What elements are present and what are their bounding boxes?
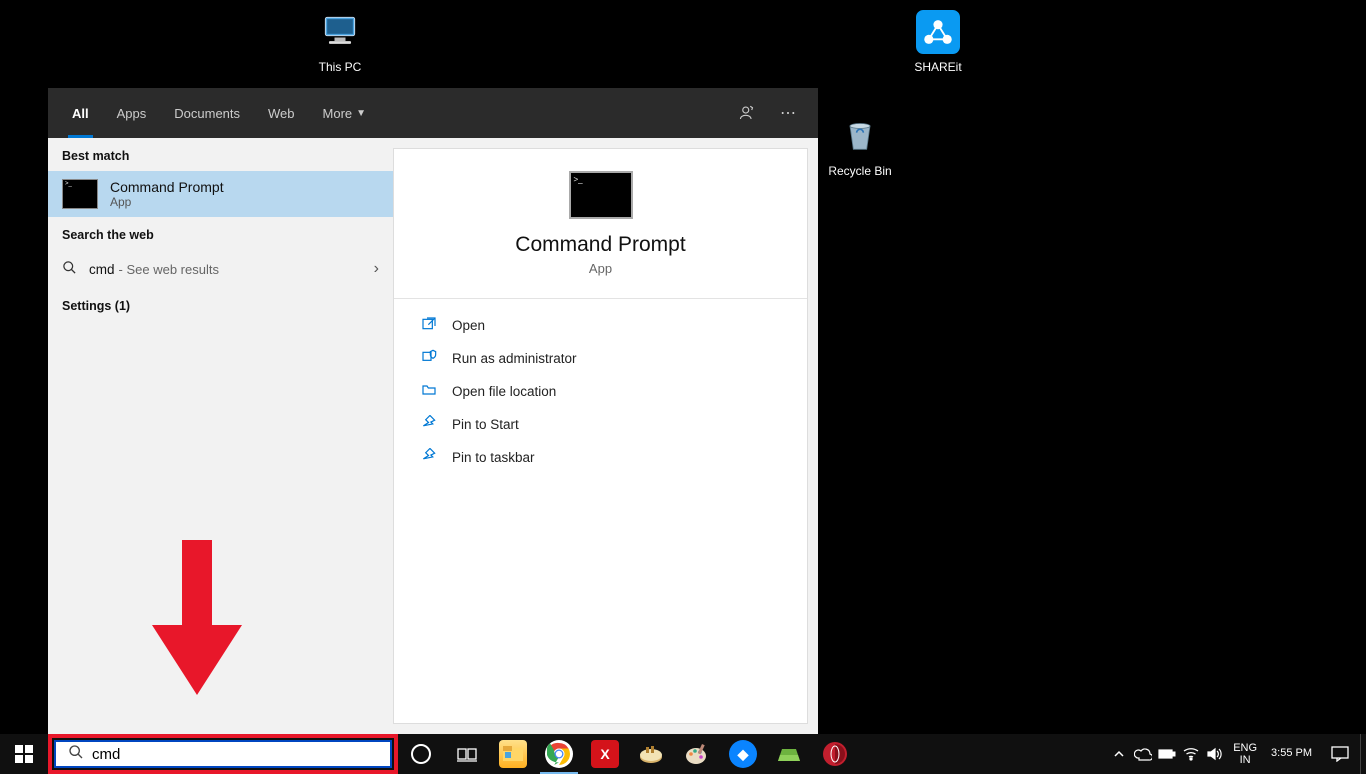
battery-icon (1158, 748, 1176, 760)
task-view-icon (457, 746, 477, 762)
action-label: Pin to taskbar (452, 450, 535, 465)
search-result-command-prompt[interactable]: Command Prompt App (48, 171, 393, 217)
computer-icon (316, 8, 364, 56)
search-tab-web[interactable]: Web (254, 88, 309, 138)
desktop-icon-label: This PC (300, 60, 380, 74)
search-web-result[interactable]: cmd - See web results › (48, 250, 393, 288)
action-open[interactable]: Open (394, 309, 807, 342)
tray-battery-icon[interactable] (1155, 734, 1179, 774)
action-center-button[interactable] (1320, 734, 1360, 774)
taskbar-app-2[interactable] (628, 734, 674, 774)
tray-onedrive-icon[interactable] (1131, 734, 1155, 774)
recycle-bin-icon (836, 112, 884, 160)
taskbar-app-explorer[interactable] (490, 734, 536, 774)
tray-lang-primary: ENG (1233, 742, 1257, 754)
pin-icon (420, 448, 438, 467)
taskbar-app-3[interactable]: ◆ (720, 734, 766, 774)
search-tab-documents[interactable]: Documents (160, 88, 254, 138)
feedback-icon[interactable] (728, 93, 768, 133)
tray-language[interactable]: ENG IN (1227, 742, 1263, 766)
search-tab-apps[interactable]: Apps (103, 88, 161, 138)
annotation-arrow (152, 540, 242, 700)
detail-title: Command Prompt (394, 233, 807, 257)
search-icon (62, 260, 77, 278)
tray-volume-icon[interactable] (1203, 734, 1227, 774)
desktop-icon-label: SHAREit (898, 60, 978, 74)
task-view-button[interactable] (444, 734, 490, 774)
taskbar-app-5[interactable] (812, 734, 858, 774)
action-label: Open (452, 318, 485, 333)
cortana-icon (411, 744, 431, 764)
wifi-icon (1183, 747, 1199, 761)
action-open-location[interactable]: Open file location (394, 375, 807, 408)
app-icon (775, 740, 803, 768)
windows-logo-icon (15, 745, 33, 763)
divider (394, 298, 807, 299)
tray-wifi-icon[interactable] (1179, 734, 1203, 774)
taskbar: X ◆ ENG IN 3:55 PM (0, 734, 1366, 774)
shield-icon (420, 349, 438, 368)
speaker-icon (1207, 747, 1223, 761)
search-tab-more[interactable]: More ▼ (309, 88, 381, 138)
search-web-hint: - See web results (119, 262, 219, 277)
search-icon (68, 744, 84, 764)
paint-icon (683, 740, 711, 768)
search-result-type: App (110, 195, 224, 209)
search-result-name: Command Prompt (110, 179, 224, 195)
taskbar-search-box[interactable] (54, 740, 392, 768)
desktop-icon-shareit[interactable]: SHAREit (898, 8, 978, 74)
show-desktop-button[interactable] (1360, 734, 1366, 774)
taskbar-app-chrome[interactable] (536, 734, 582, 774)
taskbar-app-4[interactable] (766, 734, 812, 774)
notification-icon (1331, 746, 1349, 762)
command-prompt-icon (62, 179, 98, 209)
action-pin-taskbar[interactable]: Pin to taskbar (394, 441, 807, 474)
taskbar-app-paint[interactable] (674, 734, 720, 774)
app-icon: X (591, 740, 619, 768)
shareit-icon (914, 8, 962, 56)
open-icon (420, 316, 438, 335)
search-tabs-bar: All Apps Documents Web More ▼ ⋯ (48, 88, 818, 138)
pin-icon (420, 415, 438, 434)
folder-icon (420, 382, 438, 401)
file-explorer-icon (499, 740, 527, 768)
chevron-right-icon: › (374, 260, 379, 278)
search-detail-pane: Command Prompt App Open Run as administr… (393, 148, 808, 724)
chevron-up-icon (1113, 748, 1125, 760)
action-label: Run as administrator (452, 351, 577, 366)
detail-subtitle: App (394, 261, 807, 276)
app-icon (821, 740, 849, 768)
taskbar-search-highlight (48, 734, 398, 774)
desktop-icon-this-pc[interactable]: This PC (300, 8, 380, 74)
system-tray: ENG IN 3:55 PM (1107, 734, 1366, 774)
desktop-icon-label: Recycle Bin (820, 164, 900, 178)
action-label: Open file location (452, 384, 556, 399)
cortana-button[interactable] (398, 734, 444, 774)
taskbar-app-1[interactable]: X (582, 734, 628, 774)
app-icon (637, 740, 665, 768)
taskbar-search-input[interactable] (92, 746, 390, 763)
cloud-icon (1134, 747, 1152, 761)
tray-clock[interactable]: 3:55 PM (1263, 747, 1320, 760)
search-settings-heading[interactable]: Settings (1) (48, 288, 393, 321)
search-web-query: cmd (89, 262, 115, 277)
action-label: Pin to Start (452, 417, 519, 432)
search-tab-all[interactable]: All (58, 88, 103, 138)
tray-overflow-button[interactable] (1107, 734, 1131, 774)
tray-time: 3:55 PM (1271, 747, 1312, 760)
app-icon: ◆ (729, 740, 757, 768)
more-options-icon[interactable]: ⋯ (768, 93, 808, 133)
chevron-down-icon: ▼ (356, 108, 366, 119)
desktop-icon-recycle-bin[interactable]: Recycle Bin (820, 112, 900, 178)
action-pin-start[interactable]: Pin to Start (394, 408, 807, 441)
chrome-icon (545, 740, 573, 768)
best-match-heading: Best match (48, 138, 393, 171)
search-web-heading: Search the web (48, 217, 393, 250)
action-run-admin[interactable]: Run as administrator (394, 342, 807, 375)
start-button[interactable] (0, 734, 48, 774)
command-prompt-icon (569, 171, 633, 219)
tray-lang-secondary: IN (1233, 754, 1257, 766)
